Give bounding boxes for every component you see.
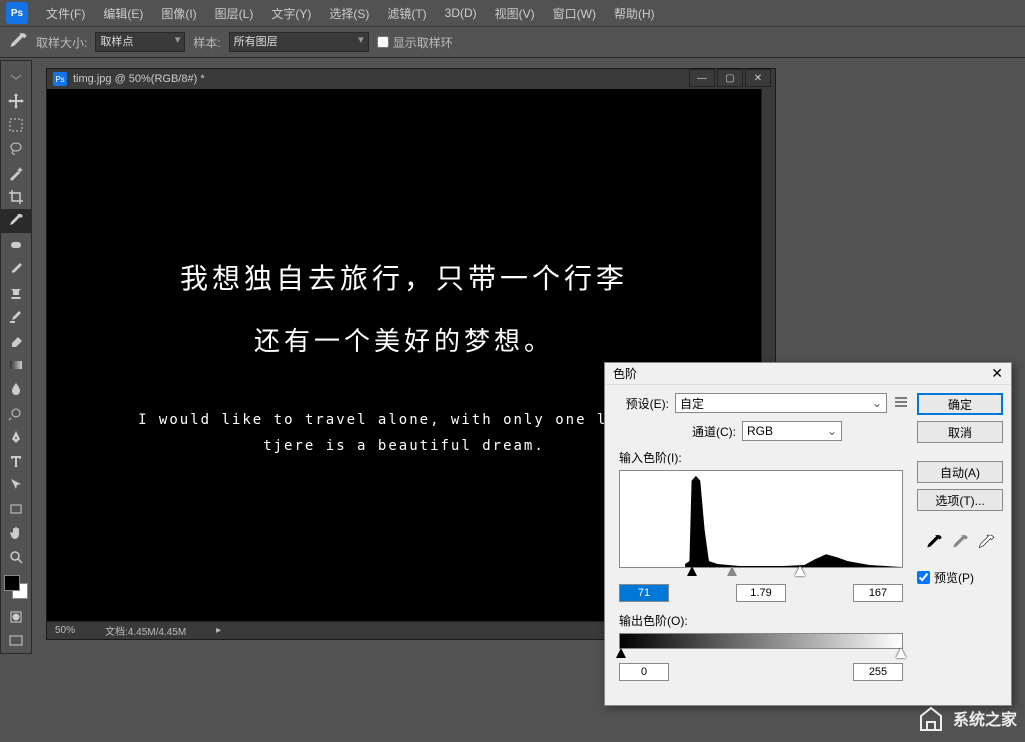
rectangle-tool[interactable] (1, 497, 31, 521)
move-tool[interactable] (1, 89, 31, 113)
tool-panel (0, 60, 32, 654)
menu-bar: Ps 文件(F) 编辑(E) 图像(I) 图层(L) 文字(Y) 选择(S) 滤… (0, 0, 1025, 26)
blur-tool[interactable] (1, 377, 31, 401)
document-title: timg.jpg @ 50%(RGB/8#) * (73, 73, 205, 85)
preview-checkbox[interactable]: 预览(P) (917, 569, 1003, 586)
output-white-slider[interactable] (896, 648, 906, 658)
preset-select[interactable]: 自定 (675, 393, 887, 413)
maximize-button[interactable]: ▢ (717, 69, 743, 87)
menu-filter[interactable]: 滤镜(T) (379, 1, 434, 26)
watermark: 系统之家 (915, 702, 1017, 734)
watermark-icon (915, 702, 947, 734)
hand-tool[interactable] (1, 521, 31, 545)
menu-select[interactable]: 选择(S) (321, 1, 377, 26)
channel-select[interactable]: RGB (742, 421, 842, 441)
cancel-button[interactable]: 取消 (917, 421, 1003, 443)
healing-brush-tool[interactable] (1, 233, 31, 257)
output-levels-label: 输出色阶(O): (619, 612, 909, 629)
color-swatches[interactable] (4, 575, 28, 599)
input-slider-track[interactable] (619, 568, 903, 580)
white-eyedropper-icon[interactable] (976, 533, 996, 553)
eyedropper-group (917, 533, 1003, 553)
document-titlebar[interactable]: Ps timg.jpg @ 50%(RGB/8#) * — ▢ ✕ (47, 69, 775, 89)
dialog-close-button[interactable]: ✕ (991, 365, 1003, 382)
foreground-color[interactable] (4, 575, 20, 591)
canvas-text-cn-1: 我想独自去旅行，只带一个行李 (180, 257, 628, 297)
input-white-field[interactable] (853, 584, 903, 602)
dialog-title: 色阶 (613, 365, 637, 382)
sample-label: 样本: (193, 34, 220, 51)
sample-size-select[interactable]: 取样点 (95, 32, 185, 52)
preset-menu-icon[interactable] (893, 395, 909, 411)
tab-collapse-icon[interactable] (1, 65, 31, 89)
menu-edit[interactable]: 编辑(E) (95, 1, 151, 26)
gradient-tool[interactable] (1, 353, 31, 377)
menu-window[interactable]: 窗口(W) (545, 1, 604, 26)
show-sampling-ring-checkbox[interactable]: 显示取样环 (377, 34, 453, 51)
watermark-text: 系统之家 (953, 706, 1017, 730)
midtone-slider[interactable] (727, 566, 737, 576)
quick-mask-tool[interactable] (1, 605, 31, 629)
file-size: 文档:4.45M/4.45M (105, 623, 186, 638)
white-point-slider[interactable] (795, 566, 805, 576)
options-button[interactable]: 选项(T)... (917, 489, 1003, 511)
levels-dialog: 色阶 ✕ 预设(E): 自定 通道(C): RGB 输入色阶(I): (604, 362, 1012, 706)
history-brush-tool[interactable] (1, 305, 31, 329)
path-selection-tool[interactable] (1, 473, 31, 497)
input-levels-label: 输入色阶(I): (619, 449, 909, 466)
menu-view[interactable]: 视图(V) (487, 1, 543, 26)
brush-tool[interactable] (1, 257, 31, 281)
zoom-level[interactable]: 50% (55, 625, 75, 636)
preview-input[interactable] (917, 571, 930, 584)
black-eyedropper-icon[interactable] (924, 533, 944, 553)
marquee-tool[interactable] (1, 113, 31, 137)
doc-ps-icon: Ps (53, 72, 67, 86)
menu-3d[interactable]: 3D(D) (437, 2, 485, 24)
app-logo: Ps (6, 2, 28, 24)
magic-wand-tool[interactable] (1, 161, 31, 185)
output-gradient[interactable] (619, 633, 903, 649)
input-black-field[interactable] (619, 584, 669, 602)
dialog-titlebar[interactable]: 色阶 ✕ (605, 363, 1011, 385)
crop-tool[interactable] (1, 185, 31, 209)
sample-size-label: 取样大小: (36, 34, 87, 51)
preview-label: 预览(P) (934, 569, 974, 586)
black-point-slider[interactable] (687, 566, 697, 576)
status-arrow-icon[interactable]: ▸ (216, 625, 221, 636)
menu-type[interactable]: 文字(Y) (263, 1, 319, 26)
show-ring-label: 显示取样环 (393, 34, 453, 51)
zoom-tool[interactable] (1, 545, 31, 569)
histogram[interactable] (619, 470, 903, 568)
eraser-tool[interactable] (1, 329, 31, 353)
close-doc-button[interactable]: ✕ (745, 69, 771, 87)
eyedropper-tool-icon (8, 32, 28, 52)
minimize-button[interactable]: — (689, 69, 715, 87)
input-gamma-field[interactable] (736, 584, 786, 602)
output-black-field[interactable] (619, 663, 669, 681)
screen-mode-tool[interactable] (1, 629, 31, 653)
menu-layer[interactable]: 图层(L) (207, 1, 262, 26)
output-black-slider[interactable] (616, 648, 626, 658)
ok-button[interactable]: 确定 (917, 393, 1003, 415)
auto-button[interactable]: 自动(A) (917, 461, 1003, 483)
canvas-text-en-1: I would like to travel alone, with only … (138, 412, 670, 428)
options-bar: 取样大小: 取样点 样本: 所有图层 显示取样环 (0, 26, 1025, 58)
gray-eyedropper-icon[interactable] (950, 533, 970, 553)
output-white-field[interactable] (853, 663, 903, 681)
menu-image[interactable]: 图像(I) (153, 1, 204, 26)
pen-tool[interactable] (1, 425, 31, 449)
canvas-text-en-2: tjere is a beautiful dream. (263, 438, 545, 454)
canvas-text-cn-2: 还有一个美好的梦想。 (254, 321, 554, 358)
sample-select[interactable]: 所有图层 (229, 32, 369, 52)
dodge-tool[interactable] (1, 401, 31, 425)
type-tool[interactable] (1, 449, 31, 473)
preset-label: 预设(E): (613, 395, 669, 412)
menu-file[interactable]: 文件(F) (38, 1, 93, 26)
menu-help[interactable]: 帮助(H) (606, 1, 663, 26)
eyedropper-tool[interactable] (1, 209, 31, 233)
channel-label: 通道(C): (680, 423, 736, 440)
lasso-tool[interactable] (1, 137, 31, 161)
clone-stamp-tool[interactable] (1, 281, 31, 305)
show-ring-input[interactable] (377, 36, 389, 48)
